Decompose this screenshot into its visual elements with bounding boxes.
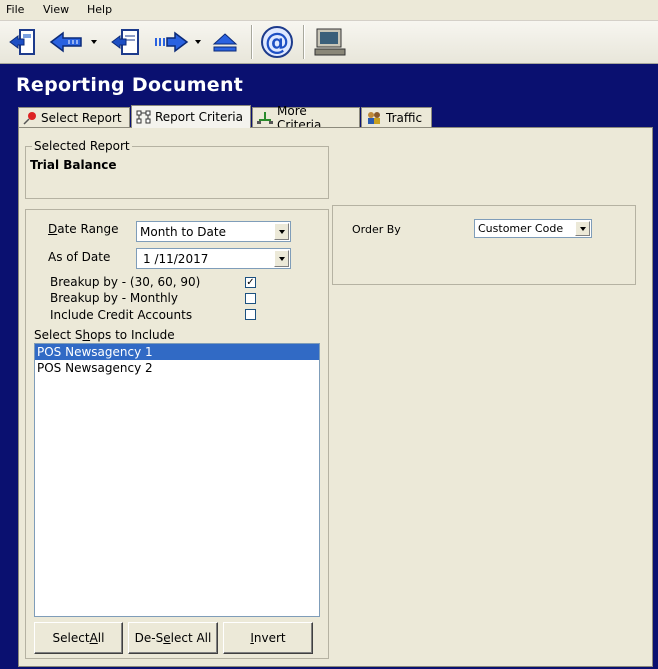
tab-label: Report Criteria xyxy=(155,110,243,124)
menu-view[interactable]: View xyxy=(43,3,69,16)
tree-icon xyxy=(257,111,273,125)
page-title: Reporting Document xyxy=(16,74,244,96)
breakup-monthly-checkbox[interactable] xyxy=(245,293,256,304)
chevron-down-icon[interactable] xyxy=(274,223,289,240)
svg-text:@: @ xyxy=(265,28,289,56)
dropdown-icon[interactable] xyxy=(88,25,100,59)
back-icon[interactable] xyxy=(48,25,84,59)
selected-report-label: Selected Report xyxy=(32,139,132,153)
deselect-all-button[interactable]: De-S e lect All xyxy=(128,622,218,654)
include-credit-label: Include Credit Accounts xyxy=(50,308,193,322)
structure-icon xyxy=(136,110,151,124)
tab-select-report[interactable]: Select Report xyxy=(18,107,130,127)
tab-label: Select Report xyxy=(41,110,122,125)
shops-list[interactable]: POS Newsagency 1 POS Newsagency 2 xyxy=(34,343,320,617)
shops-label: Select Shops to Include xyxy=(34,328,175,342)
exit-icon[interactable] xyxy=(6,25,40,59)
invert-button[interactable]: Invert xyxy=(223,622,313,654)
tab-label: Traffic xyxy=(386,110,423,125)
chevron-down-icon[interactable] xyxy=(274,250,289,267)
people-icon xyxy=(366,111,382,125)
breakup-monthly-label: Breakup by - Monthly xyxy=(50,291,178,305)
breakup-306090-label: Breakup by - (30, 60, 90) xyxy=(50,275,201,289)
monitor-icon[interactable] xyxy=(312,25,348,59)
list-item[interactable]: POS Newsagency 1 xyxy=(35,344,319,360)
menu-bar: File View Help xyxy=(0,0,658,21)
order-by-group: Order By Customer Code xyxy=(332,205,636,285)
pin-icon xyxy=(23,111,37,125)
save-icon[interactable] xyxy=(108,25,144,59)
selected-report-group: Selected Report Trial Balance xyxy=(25,139,329,199)
eject-icon[interactable] xyxy=(210,25,240,59)
date-range-select[interactable]: Month to Date xyxy=(136,221,291,242)
date-range-value: Month to Date xyxy=(140,225,226,239)
menu-file[interactable]: File xyxy=(6,3,24,16)
as-of-date-picker[interactable]: 1 /11/2017 xyxy=(136,248,291,269)
include-credit-checkbox[interactable] xyxy=(245,309,256,320)
order-by-select[interactable]: Customer Code xyxy=(474,219,592,238)
tab-more-criteria[interactable]: More Criteria xyxy=(252,104,360,132)
tab-traffic[interactable]: Traffic xyxy=(361,107,432,127)
criteria-group: Date Range Month to Date As of Date 1 /1… xyxy=(25,209,329,659)
selected-report-value: Trial Balance xyxy=(30,158,117,172)
as-of-date-value: 1 /11/2017 xyxy=(143,252,209,266)
forward-icon[interactable] xyxy=(152,25,190,59)
list-item[interactable]: POS Newsagency 2 xyxy=(35,360,319,376)
menu-help[interactable]: Help xyxy=(87,3,112,16)
select-all-button[interactable]: Select All xyxy=(34,622,123,654)
dropdown-icon[interactable] xyxy=(192,25,204,59)
order-by-value: Customer Code xyxy=(478,222,564,235)
breakup-306090-checkbox[interactable]: ✓ xyxy=(245,277,256,288)
email-icon[interactable]: @ xyxy=(258,25,296,59)
tab-report-criteria[interactable]: Report Criteria xyxy=(131,105,251,128)
order-by-label: Order By xyxy=(352,223,401,236)
as-of-date-label: As of Date xyxy=(48,250,111,264)
chevron-down-icon[interactable] xyxy=(575,221,590,236)
report-criteria-panel: Selected Report Trial Balance Date Range… xyxy=(18,127,653,667)
date-range-label: Date Range xyxy=(48,222,119,236)
toolbar: @ xyxy=(0,21,658,64)
